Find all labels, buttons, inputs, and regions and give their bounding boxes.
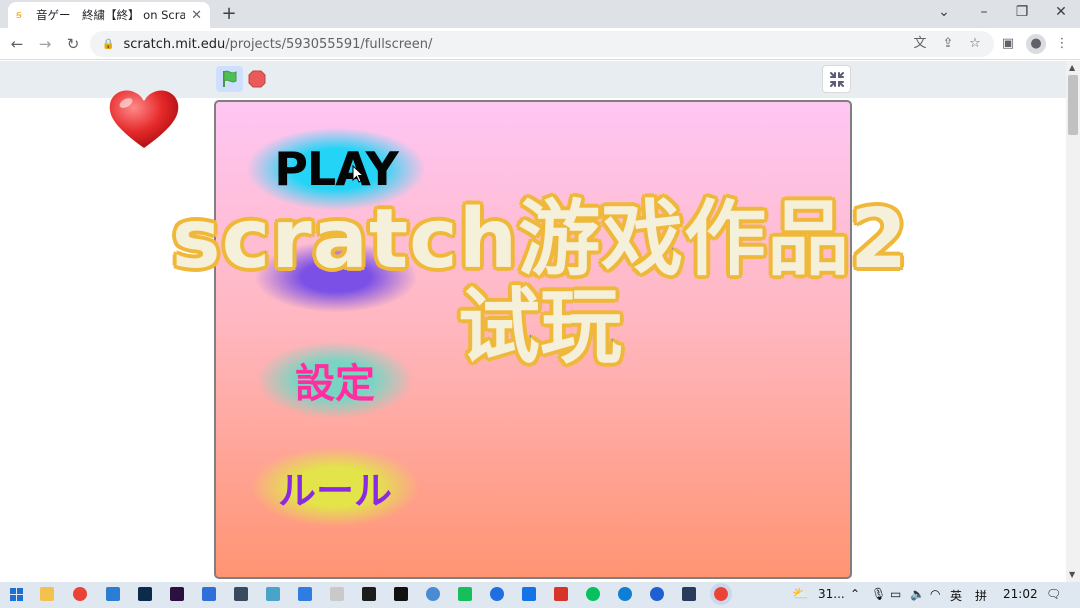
side-panel-icon[interactable]: ▣	[998, 34, 1018, 54]
green-flag-button[interactable]	[216, 66, 243, 92]
browser-tab[interactable]: ꞩ 音ゲー 終繍【終】 on Scratch ✕	[8, 2, 210, 28]
bookmark-star-icon[interactable]: ☆	[965, 34, 985, 54]
wechat-app-icon[interactable]	[586, 587, 600, 601]
app-icon-8[interactable]	[266, 587, 280, 601]
rules-label: ルール	[277, 468, 392, 513]
scroll-up-icon[interactable]: ▲	[1069, 63, 1075, 72]
caption-line-1: scratch游戏作品2	[170, 192, 909, 287]
url-path: /projects/593055591/fullscreen/	[225, 36, 433, 52]
app-icon-10[interactable]	[330, 587, 344, 601]
minimize-button[interactable]: –	[972, 4, 996, 20]
word-app-icon[interactable]	[106, 587, 120, 601]
premiere-app-icon[interactable]	[170, 587, 184, 601]
browser-menu-icon[interactable]: ⋮	[1052, 34, 1072, 54]
microphone-icon[interactable]: 🎙	[871, 587, 886, 601]
volume-icon[interactable]: 🔈	[910, 587, 925, 601]
stop-button[interactable]	[248, 70, 266, 88]
photoshop-app-icon[interactable]	[138, 587, 152, 601]
clock[interactable]: 21:02	[1003, 587, 1038, 601]
exit-fullscreen-icon	[830, 72, 844, 87]
profile-avatar-icon[interactable]: ●	[1026, 34, 1046, 54]
video-caption-overlay: scratch游戏作品2 试玩	[110, 192, 970, 375]
lock-icon[interactable]: 🔒	[102, 39, 114, 50]
notification-icon[interactable]: 🗨	[1046, 587, 1061, 601]
scroll-down-icon[interactable]: ▼	[1069, 570, 1075, 579]
app-icon-6[interactable]	[202, 587, 216, 601]
file-explorer-icon[interactable]	[40, 587, 54, 601]
app-icon-20[interactable]	[650, 587, 664, 601]
app-icon-15[interactable]	[490, 587, 504, 601]
caption-line-2: 试玩	[456, 279, 623, 375]
app-icon-21[interactable]	[682, 587, 696, 601]
scrollbar-thumb[interactable]	[1068, 75, 1078, 135]
scratch-favicon-icon: ꞩ	[16, 8, 22, 21]
capcut-app-icon[interactable]	[394, 587, 408, 601]
share-icon[interactable]: ⇪	[938, 34, 958, 54]
new-tab-button[interactable]: +	[219, 4, 239, 24]
app-icon-7[interactable]	[234, 587, 248, 601]
windows-start-icon[interactable]	[10, 588, 24, 602]
close-tab-icon[interactable]: ✕	[191, 8, 202, 23]
chrome-app-icon[interactable]	[73, 587, 87, 601]
edge-app-icon[interactable]	[618, 587, 632, 601]
app-icon-11[interactable]	[362, 587, 376, 601]
rules-button[interactable]: ルール	[252, 448, 418, 526]
browser-tab-strip: ꞩ 音ゲー 終繍【終】 on Scratch ✕ + ⌄ – ❐ ✕	[0, 0, 1080, 28]
chrome-active-app-icon[interactable]	[710, 583, 732, 605]
url-host: scratch.mit.edu	[123, 36, 226, 52]
play-label: PLAY	[274, 142, 399, 196]
ime-language[interactable]: 英	[950, 587, 962, 604]
app-icon-14[interactable]	[458, 587, 472, 601]
restore-button[interactable]: ❐	[1010, 4, 1034, 20]
stop-sign-icon	[248, 70, 266, 88]
translate-icon[interactable]: 文	[910, 34, 930, 54]
app-icon-9[interactable]	[298, 587, 312, 601]
wps-app-icon[interactable]	[554, 587, 568, 601]
close-window-button[interactable]: ✕	[1049, 4, 1073, 20]
browser-toolbar: ← → ↻ 🔒 scratch.mit.edu/projects/5930555…	[0, 28, 1080, 60]
reload-button[interactable]: ↻	[62, 33, 84, 55]
app-icon-16[interactable]	[522, 587, 536, 601]
weather-temperature[interactable]: 31...	[818, 587, 845, 601]
page-scrollbar[interactable]	[1066, 61, 1080, 582]
weather-icon[interactable]: ⛅	[792, 587, 808, 602]
back-button[interactable]: ←	[6, 33, 28, 55]
exit-fullscreen-button[interactable]	[822, 65, 851, 93]
app-icon-13[interactable]	[426, 587, 440, 601]
battery-icon[interactable]: ▭	[890, 587, 901, 601]
ime-mode[interactable]: 拼	[975, 587, 987, 604]
green-flag-icon	[223, 70, 237, 87]
mouse-cursor-icon	[352, 165, 364, 183]
wifi-icon[interactable]: ◠	[930, 587, 940, 601]
heart-icon	[109, 90, 179, 148]
show-hidden-icons-icon[interactable]: ⌃	[850, 587, 860, 601]
address-bar[interactable]: 🔒 scratch.mit.edu/projects/593055591/ful…	[90, 31, 994, 57]
tab-search-icon[interactable]: ⌄	[932, 4, 956, 20]
tab-title: 音ゲー 終繍【終】 on Scratch	[36, 8, 186, 22]
forward-button[interactable]: →	[34, 33, 56, 55]
